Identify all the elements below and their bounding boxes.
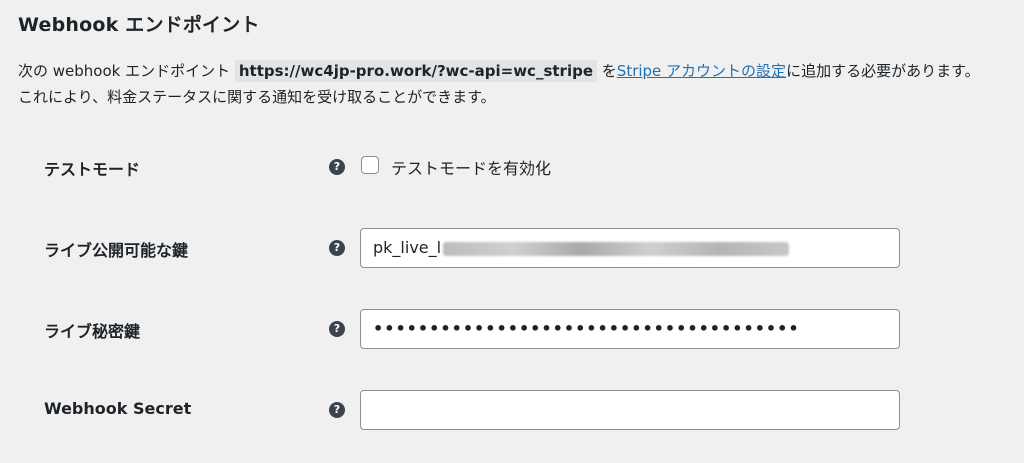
stripe-settings-page: Webhook エンドポイント 次の webhook エンドポイント https… bbox=[0, 0, 1024, 463]
section-title: Webhook エンドポイント bbox=[18, 14, 260, 36]
live-secret-key-label: ライブ秘密鍵 bbox=[44, 322, 141, 341]
question-circle-icon[interactable]: ? bbox=[329, 321, 345, 337]
description-text: これにより、料金ステータスに関する通知を受け取ることができます。 bbox=[18, 88, 496, 106]
test-mode-checkbox[interactable] bbox=[361, 156, 379, 174]
description-text: に追加する必要があります。 bbox=[786, 62, 980, 80]
question-circle-icon[interactable]: ? bbox=[329, 240, 345, 256]
live-secret-key-masked-value: •••••••••••••••••••••••••••••••••••••• bbox=[373, 319, 800, 338]
redacted-key-blur bbox=[443, 241, 790, 256]
question-circle-icon[interactable]: ? bbox=[329, 402, 345, 418]
webhook-endpoint-url: https://wc4jp-pro.work/?wc-api=wc_stripe bbox=[234, 60, 598, 82]
live-secret-key-input[interactable]: •••••••••••••••••••••••••••••••••••••• bbox=[360, 309, 900, 349]
live-publishable-key-input[interactable]: pk_live_l bbox=[360, 228, 900, 268]
description-text: を bbox=[597, 62, 617, 80]
test-mode-checkbox-label[interactable]: テストモードを有効化 bbox=[391, 155, 551, 179]
section-description: 次の webhook エンドポイント https://wc4jp-pro.wor… bbox=[18, 58, 1018, 110]
webhook-secret-input[interactable] bbox=[360, 390, 900, 430]
description-text: 次の webhook エンドポイント bbox=[18, 62, 235, 80]
stripe-account-settings-link[interactable]: Stripe アカウントの設定 bbox=[617, 62, 786, 80]
live-publishable-key-value: pk_live_l bbox=[373, 238, 442, 257]
webhook-secret-label: Webhook Secret bbox=[44, 399, 192, 418]
live-publishable-key-label: ライブ公開可能な鍵 bbox=[44, 241, 189, 260]
test-mode-label: テストモード bbox=[44, 160, 141, 179]
question-circle-icon[interactable]: ? bbox=[329, 159, 345, 175]
